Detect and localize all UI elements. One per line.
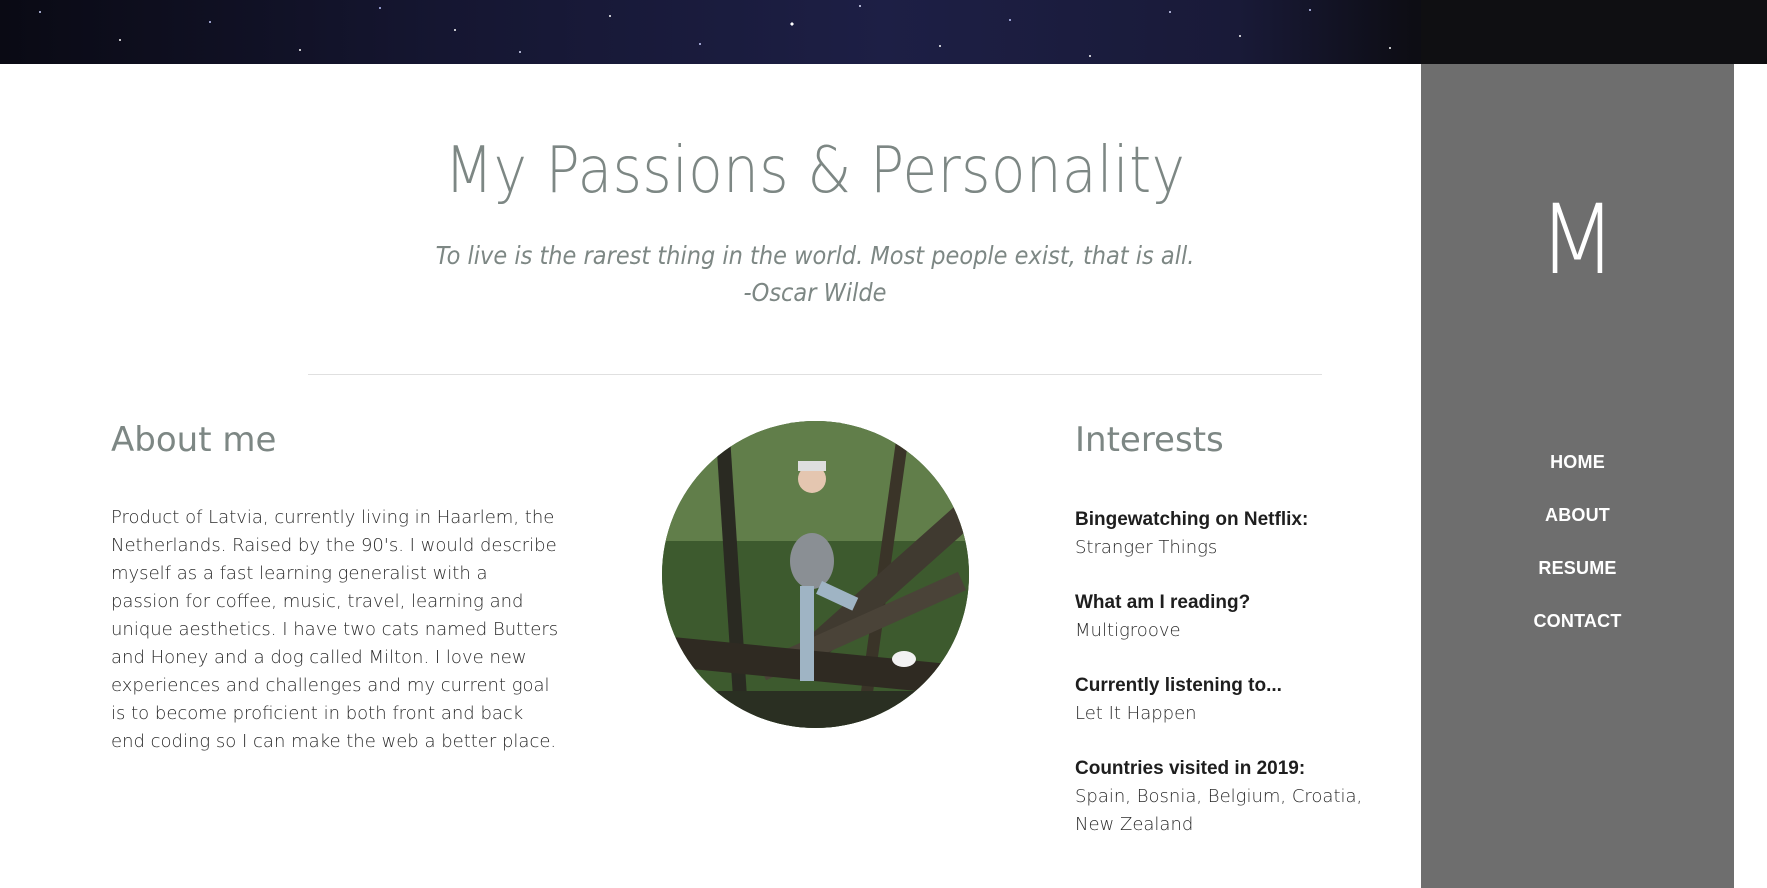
nav-link-home[interactable]: HOME — [1550, 452, 1605, 472]
interest-item: Bingewatching on Netflix: Stranger Thing… — [1075, 506, 1405, 562]
sidebar-nav: HOME ABOUT RESUME CONTACT — [1421, 452, 1734, 664]
interest-value: Stranger Things — [1075, 537, 1218, 558]
about-text: Product of Latvia, currently living in H… — [111, 507, 559, 752]
sidebar: M HOME ABOUT RESUME CONTACT — [1421, 64, 1734, 888]
site-logo[interactable]: M — [1429, 184, 1726, 296]
interest-label: What am I reading? — [1075, 592, 1251, 613]
divider — [308, 374, 1322, 375]
portrait-photo — [662, 421, 969, 728]
interests-heading: Interests — [1075, 420, 1224, 460]
about-heading: About me — [111, 420, 277, 460]
nav-link-contact[interactable]: CONTACT — [1533, 611, 1621, 631]
sidebar-top-bar — [1421, 0, 1767, 64]
interest-label: Bingewatching on Netflix: — [1075, 509, 1309, 530]
main-content: My Passions & Personality To live is the… — [0, 64, 1421, 888]
interest-item: What am I reading? Multigroove — [1075, 589, 1405, 645]
interest-value: Spain, Bosnia, Belgium, Croatia, New Zea… — [1075, 786, 1363, 835]
quote-author: -Oscar Wilde — [743, 278, 887, 307]
nav-link-about[interactable]: ABOUT — [1545, 505, 1610, 525]
page-title: My Passions & Personality — [444, 134, 1186, 208]
interest-item: Countries visited in 2019: Spain, Bosnia… — [1075, 755, 1405, 839]
interest-value: Multigroove — [1075, 620, 1181, 641]
quote-text: To live is the rarest thing in the world… — [435, 241, 1195, 270]
quote: To live is the rarest thing in the world… — [82, 237, 1549, 311]
page-edge — [1734, 64, 1767, 888]
nav-item-about[interactable]: ABOUT — [1421, 505, 1734, 558]
nav-item-home[interactable]: HOME — [1421, 452, 1734, 505]
nav-item-resume[interactable]: RESUME — [1421, 558, 1734, 611]
interests-list: Bingewatching on Netflix: Stranger Thing… — [1075, 506, 1405, 866]
interest-item: Currently listening to... Let It Happen — [1075, 672, 1405, 728]
nav-item-contact[interactable]: CONTACT — [1421, 611, 1734, 664]
interest-label: Countries visited in 2019: — [1075, 758, 1306, 779]
portrait-illustration — [662, 421, 969, 728]
interest-label: Currently listening to... — [1075, 675, 1282, 696]
nav-link-resume[interactable]: RESUME — [1538, 558, 1616, 578]
interest-value: Let It Happen — [1075, 703, 1197, 724]
